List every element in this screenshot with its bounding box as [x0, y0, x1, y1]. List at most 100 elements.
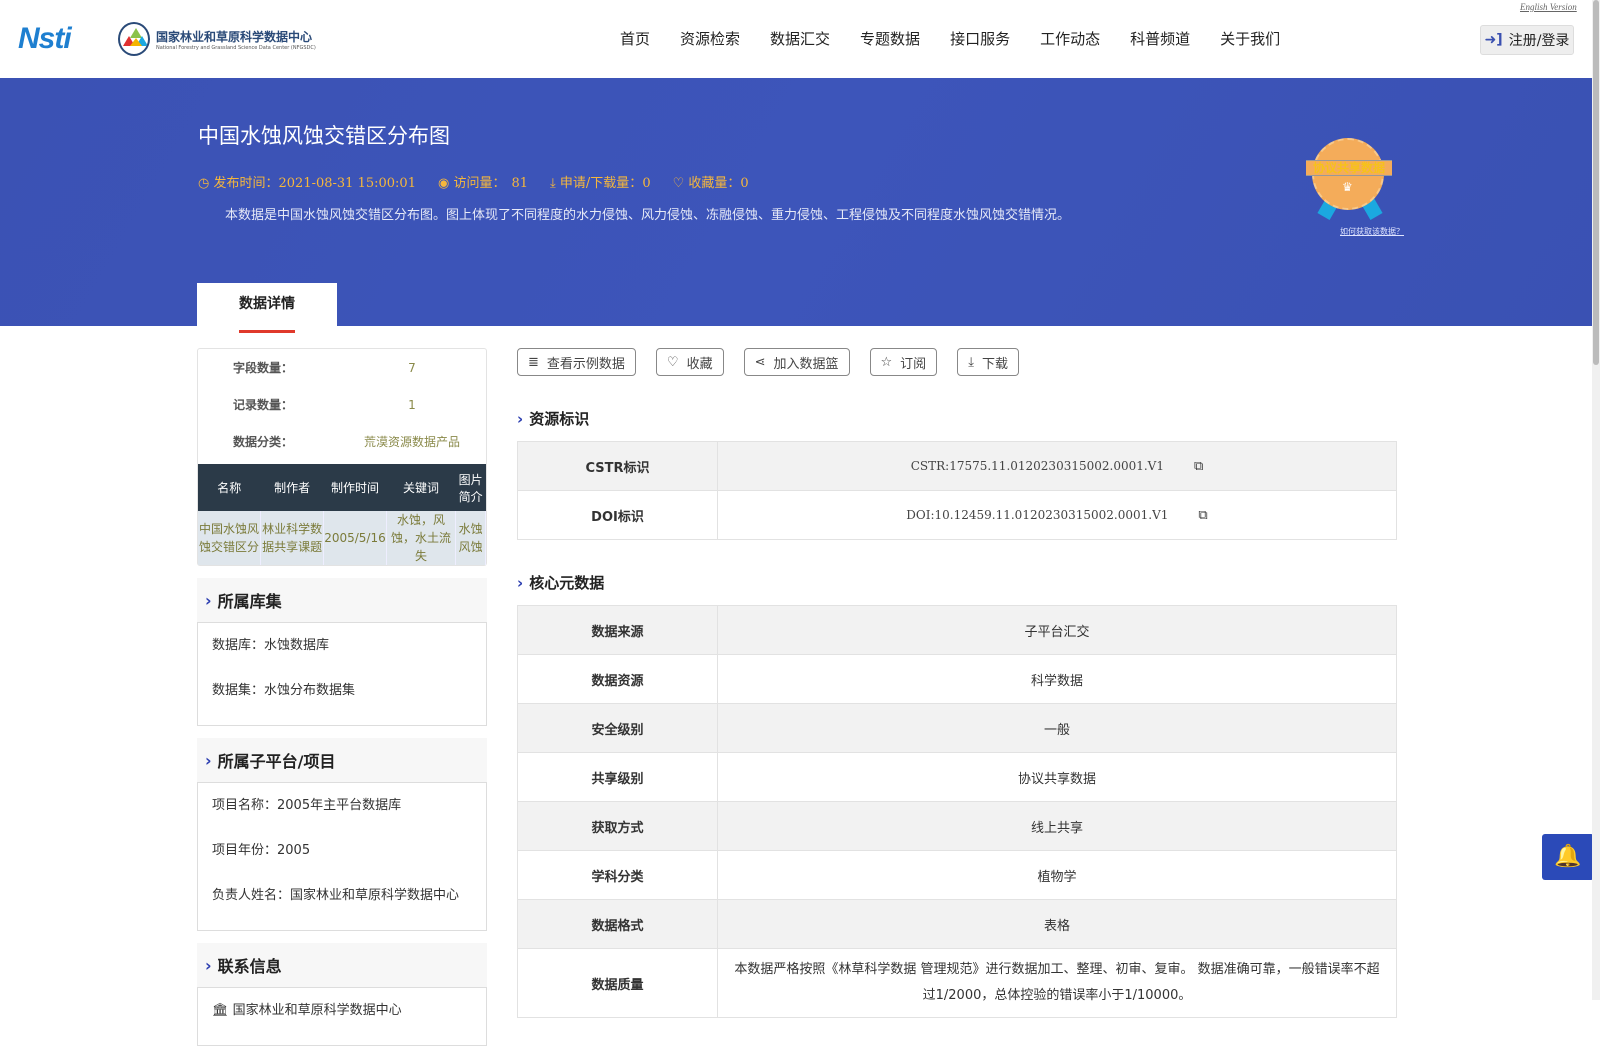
identifiers-heading: › 资源标识 — [517, 408, 1397, 429]
btn-label: 下载 — [981, 356, 1008, 372]
qq-icon: 🔔 — [1554, 844, 1582, 869]
favorite-button[interactable]: ♡ 收藏 — [655, 348, 724, 376]
visits-count: 81 — [511, 176, 529, 191]
dataset-description: 本数据是中国水蚀风蚀交错区分布图。图上体现了不同程度的水力侵蚀、风力侵蚀、冻融侵… — [225, 208, 1071, 223]
btn-label: 订阅 — [900, 356, 927, 372]
tree-logo-icon — [118, 22, 150, 56]
records-value: 1 — [408, 397, 416, 412]
sample-table: 名称 制作者 制作时间 关键词 图片简介 中国水蚀风蚀交错区分 林业科学数据共享课题 200… — [198, 464, 486, 565]
main-content: ≣ 查看示例数据 ♡ 收藏 ⋖ 加入数据篮 ☆ 订阅 ⤓ 下载 › 资源标识 CSTR标识 C… — [517, 348, 1397, 1018]
core-metadata-table: 数据来源 子平台汇交 数据资源 科学数据 安全级别 一般 共享级别 协议共享数据 获取方… — [517, 605, 1397, 1018]
favorites-count: 0 — [740, 176, 749, 191]
database-item[interactable]: 数据库：水蚀数据库 — [212, 629, 472, 674]
nsti-logo[interactable]: Nsti — [18, 22, 72, 56]
chat-support-button[interactable]: 🔔 — [1542, 834, 1594, 880]
row-value: 本数据严格按照《林草科学数据 管理规范》进行数据加工、整理、初审、复审。 数据准… — [717, 948, 1397, 1018]
star-icon: ☆ — [880, 354, 893, 370]
chevron-right-icon: › — [205, 750, 212, 770]
institution-icon: 🏛 — [212, 1003, 233, 1018]
row-value: 协议共享数据 — [717, 752, 1397, 802]
favorites-label: 收藏量： — [688, 176, 741, 191]
cell: 水蚀风蚀 — [455, 511, 486, 565]
table-row: 中国水蚀风蚀交错区分 林业科学数据共享课题 2005/5/16 水蚀，风蚀，水土流失水… — [198, 511, 486, 565]
project-title: 所属子平台/项目 — [217, 752, 336, 771]
english-version-link[interactable]: English Version — [1520, 2, 1577, 12]
action-bar: ≣ 查看示例数据 ♡ 收藏 ⋖ 加入数据篮 ☆ 订阅 ⤓ 下载 — [517, 348, 1397, 376]
records-label: 记录数量： — [233, 398, 294, 412]
project-heading: › 所属子平台/项目 — [197, 738, 487, 782]
chevron-right-icon: › — [517, 410, 524, 428]
logo-subtitle: National Forestry and Grassland Science … — [156, 44, 316, 51]
view-sample-button[interactable]: ≣ 查看示例数据 — [517, 348, 636, 376]
eye-icon: ◉ — [437, 176, 454, 191]
dataset-stats: ◷ 发布时间：2021-08-31 15:00:01 ◉ 访问量： 81 ⤓ 申请… — [198, 172, 749, 191]
col-header: 图片简介 — [455, 464, 486, 511]
download-button[interactable]: ⤓ 下载 — [957, 348, 1019, 376]
row-label: 数据来源 — [517, 605, 718, 655]
sign-in-icon: ➜] — [1484, 32, 1503, 48]
nav-api[interactable]: 接口服务 — [950, 28, 1010, 49]
scrollbar-thumb[interactable] — [1593, 0, 1599, 365]
nav-news[interactable]: 工作动态 — [1040, 28, 1100, 49]
nav-science[interactable]: 科普频道 — [1130, 28, 1190, 49]
col-header: 关键词 — [386, 464, 456, 511]
nav-submit[interactable]: 数据汇交 — [770, 28, 830, 49]
nav-search[interactable]: 资源检索 — [680, 28, 740, 49]
row-label: 数据格式 — [517, 899, 718, 949]
category-value: 荒漠资源数据产品 — [363, 435, 460, 449]
col-header: 制作时间 — [323, 464, 387, 511]
logo-title: 国家林业和草原科学数据中心 — [156, 29, 313, 44]
table-row: CSTR标识 CSTR:17575.11.0120230315002.0001.V… — [517, 441, 1397, 491]
tab-data-details[interactable]: 数据详情 — [197, 283, 337, 333]
login-label: 注册/登录 — [1508, 33, 1570, 49]
contact-heading: › 联系信息 — [197, 943, 487, 987]
category-label: 数据分类： — [233, 435, 294, 449]
core-title: 核心元数据 — [529, 574, 605, 592]
btn-label: 查看示例数据 — [546, 356, 625, 372]
chevron-right-icon: › — [517, 574, 524, 592]
login-button[interactable]: ➜] 注册/登录 — [1480, 25, 1574, 55]
row-label: CSTR标识 — [517, 441, 718, 491]
library-title: 所属库集 — [217, 592, 282, 611]
copy-icon[interactable]: ⧉ — [1194, 459, 1203, 474]
cstr-value: CSTR:17575.11.0120230315002.0001.V1 — [910, 458, 1164, 473]
library-panel: 数据库：水蚀数据库 数据集：水蚀分布数据集 — [197, 622, 487, 726]
identifiers-title: 资源标识 — [529, 410, 590, 428]
row-value: 一般 — [717, 703, 1397, 753]
publish-label: 发布时间： — [213, 176, 279, 191]
table-row: 数据资源 科学数据 — [517, 654, 1397, 704]
add-to-basket-button[interactable]: ⋖ 加入数据篮 — [743, 348, 850, 376]
nav-home[interactable]: 首页 — [620, 28, 650, 49]
col-header: 名称 — [198, 464, 261, 511]
row-value: 表格 — [717, 899, 1397, 949]
copy-icon[interactable]: ⧉ — [1198, 508, 1207, 523]
share-level-badge: 协议共享数据 ♛ — [1306, 134, 1392, 221]
row-value: 植物学 — [717, 850, 1397, 900]
table-row: 共享级别 协议共享数据 — [517, 752, 1397, 802]
cell: 2005/5/16 — [323, 511, 387, 565]
badge-text: 协议共享数据 — [1306, 160, 1392, 176]
share-icon: ⋖ — [754, 354, 766, 370]
row-label: 数据质量 — [517, 948, 718, 1018]
row-label: DOI标识 — [517, 490, 718, 540]
downloads-count: 0 — [642, 176, 651, 191]
visits-label: 访问量： — [453, 176, 506, 191]
nfgsdc-logo[interactable]: 国家林业和草原科学数据中心 National Forestry and Grass… — [118, 22, 316, 56]
dataset-item[interactable]: 数据集：水蚀分布数据集 — [212, 674, 472, 719]
crown-icon: ♛ — [1342, 180, 1353, 194]
download-icon: ⤓ — [968, 354, 974, 370]
how-to-get-data-link[interactable]: 如何获取该数据？ — [1340, 226, 1404, 237]
nav-about[interactable]: 关于我们 — [1220, 28, 1280, 49]
contact-panel: 🏛 国家林业和草原科学数据中心 — [197, 987, 487, 1046]
nav-topics[interactable]: 专题数据 — [860, 28, 920, 49]
library-heading: › 所属库集 — [197, 578, 487, 622]
col-header: 制作者 — [260, 464, 324, 511]
heart-icon: ♡ — [666, 354, 679, 370]
row-value: 子平台汇交 — [717, 605, 1397, 655]
heart-icon: ♡ — [672, 176, 689, 191]
clock-icon: ◷ — [198, 176, 214, 191]
summary-panel: 字段数量： 7 记录数量： 1 数据分类： 荒漠资源数据产品 名称 制作者 制作时间 关键词… — [197, 348, 487, 566]
row-value: 线上共享 — [717, 801, 1397, 851]
table-row: 获取方式 线上共享 — [517, 801, 1397, 851]
subscribe-button[interactable]: ☆ 订阅 — [869, 348, 938, 376]
